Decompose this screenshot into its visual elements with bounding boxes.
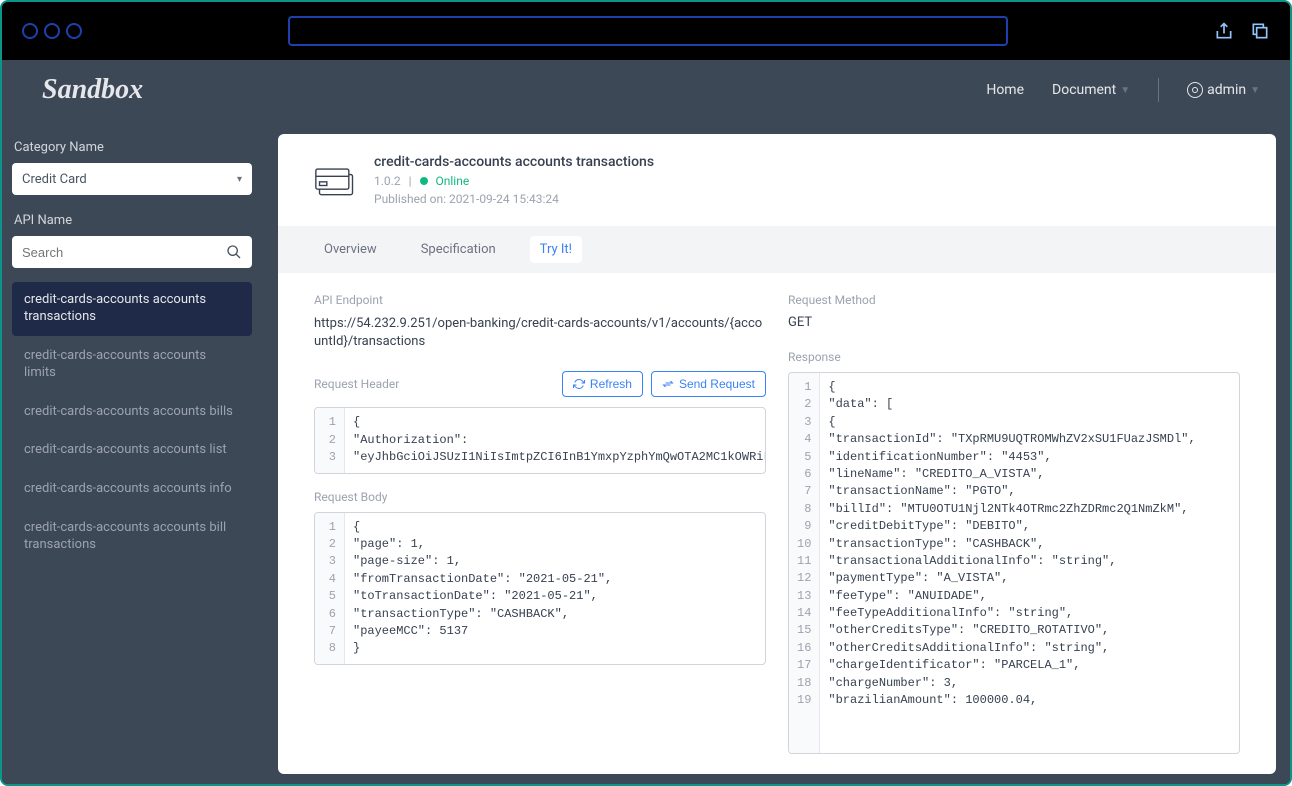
category-select[interactable]: Credit Card ▾ <box>12 163 252 195</box>
api-list-item[interactable]: credit-cards-accounts accounts info <box>12 471 252 508</box>
request-header-label: Request Header <box>314 377 399 391</box>
send-icon <box>662 378 674 390</box>
window-dot[interactable] <box>66 23 82 39</box>
code-line: "otherCreditsType": "CREDITO_ROTATIVO", <box>828 622 1231 639</box>
card-body: API Endpoint https://54.232.9.251/open-b… <box>278 273 1276 774</box>
code-line: } <box>353 640 757 657</box>
code-line: "payeeMCC": 5137 <box>353 623 757 640</box>
chevron-down-icon: ▼ <box>1250 85 1260 96</box>
refresh-icon <box>573 378 585 390</box>
window-dot[interactable] <box>22 23 38 39</box>
api-list-item[interactable]: credit-cards-accounts accounts limits <box>12 338 252 392</box>
code-line: "identificationNumber": "4453", <box>828 449 1231 466</box>
api-name-label: API Name <box>12 213 252 228</box>
endpoint-value: https://54.232.9.251/open-banking/credit… <box>314 315 766 351</box>
api-list-item[interactable]: credit-cards-accounts accounts bills <box>12 394 252 431</box>
code-line: { <box>828 414 1231 431</box>
code-line: "page-size": 1, <box>353 553 757 570</box>
tab-specification[interactable]: Specification <box>411 236 506 263</box>
nav-user[interactable]: admin ▼ <box>1187 82 1260 98</box>
category-label: Category Name <box>12 140 252 155</box>
code-line: { <box>353 414 757 431</box>
code-line: { <box>353 519 757 536</box>
api-title: credit-cards-accounts accounts transacti… <box>374 154 654 170</box>
request-body-label: Request Body <box>314 490 766 504</box>
sidebar: Category Name Credit Card ▾ API Name cre… <box>2 120 262 786</box>
code-line: "transactionType": "CASHBACK", <box>828 536 1231 553</box>
browser-frame: Sandbox Home Document ▼ admin ▼ Category… <box>0 0 1292 786</box>
code-line: "chargeIdentificator": "PARCELA_1", <box>828 657 1231 674</box>
status-text: Online <box>436 174 470 188</box>
method-label: Request Method <box>788 293 1240 307</box>
user-icon <box>1187 82 1203 98</box>
tab-bar: Overview Specification Try It! <box>278 226 1276 273</box>
refresh-button[interactable]: Refresh <box>562 371 643 397</box>
app-body: Category Name Credit Card ▾ API Name cre… <box>2 120 1290 786</box>
card-header: credit-cards-accounts accounts transacti… <box>278 134 1276 226</box>
request-body-box[interactable]: 12345678 { "page": 1, "page-size": 1, "f… <box>314 512 766 665</box>
code-line: "lineName": "CREDITO_A_VISTA", <box>828 466 1231 483</box>
code-line: "brazilianAmount": 100000.04, <box>828 692 1231 709</box>
request-header-box[interactable]: 123 { "Authorization":"eyJhbGciOiJSUzI1N… <box>314 407 766 473</box>
api-list-item[interactable]: credit-cards-accounts accounts transacti… <box>12 282 252 336</box>
code-line: "transactionId": "TXpRMU9UQTROMWhZV2xSU1… <box>828 431 1231 448</box>
app-container: Sandbox Home Document ▼ admin ▼ Category… <box>2 60 1290 786</box>
share-icon[interactable] <box>1214 21 1234 41</box>
api-list: credit-cards-accounts accounts transacti… <box>12 282 252 564</box>
left-column: API Endpoint https://54.232.9.251/open-b… <box>314 293 766 754</box>
window-dot[interactable] <box>44 23 60 39</box>
code-line: "transactionType": "CASHBACK", <box>353 606 757 623</box>
api-list-item[interactable]: credit-cards-accounts accounts bill tran… <box>12 510 252 564</box>
credit-card-icon <box>314 161 358 199</box>
code-line: { <box>828 379 1231 396</box>
code-line: "feeTypeAdditionalInfo": "string", <box>828 605 1231 622</box>
right-column: Request Method GET Response 123456789101… <box>788 293 1240 754</box>
tab-try-it[interactable]: Try It! <box>530 236 582 263</box>
code-line: "toTransactionDate": "2021-05-21", <box>353 588 757 605</box>
main-content: credit-cards-accounts accounts transacti… <box>262 120 1290 786</box>
nav-home[interactable]: Home <box>986 82 1024 98</box>
response-box[interactable]: 12345678910111213141516171819 { "data": … <box>788 372 1240 754</box>
url-bar[interactable] <box>288 16 1008 46</box>
browser-titlebar <box>2 2 1290 60</box>
code-line: "eyJhbGciOiJSUzI1NiIsImtpZCI6InB1YmxpYzp… <box>353 449 757 466</box>
code-line: "page": 1, <box>353 536 757 553</box>
send-request-button[interactable]: Send Request <box>651 371 766 397</box>
endpoint-label: API Endpoint <box>314 293 766 307</box>
code-line: "feeType": "ANUIDADE", <box>828 588 1231 605</box>
status-dot <box>420 177 428 185</box>
logo: Sandbox <box>42 74 143 106</box>
published-date: Published on: 2021-09-24 15:43:24 <box>374 192 559 206</box>
search-icon <box>226 244 242 260</box>
code-line: "Authorization": <box>353 432 757 449</box>
search-input[interactable] <box>12 236 252 268</box>
nav-divider <box>1158 78 1159 102</box>
method-value: GET <box>788 315 1240 330</box>
api-version: 1.0.2 <box>374 174 401 188</box>
response-label: Response <box>788 350 1240 364</box>
chevron-down-icon: ▾ <box>237 174 242 185</box>
header-nav: Home Document ▼ admin ▼ <box>986 78 1260 102</box>
code-line: "chargeNumber": 3, <box>828 675 1231 692</box>
code-line: "transactionName": "PGTO", <box>828 483 1231 500</box>
nav-document[interactable]: Document ▼ <box>1052 82 1130 98</box>
chevron-down-icon: ▼ <box>1120 85 1130 96</box>
code-line: "data": [ <box>828 396 1231 413</box>
tab-overview[interactable]: Overview <box>314 236 387 263</box>
code-line: "paymentType": "A_VISTA", <box>828 570 1231 587</box>
code-line: "creditDebitType": "DEBITO", <box>828 518 1231 535</box>
code-line: "billId": "MTU0OTU1Njl2NTk4OTRmc2ZhZDRmc… <box>828 501 1231 518</box>
code-line: "fromTransactionDate": "2021-05-21", <box>353 571 757 588</box>
app-header: Sandbox Home Document ▼ admin ▼ <box>2 60 1290 120</box>
api-list-item[interactable]: credit-cards-accounts accounts list <box>12 432 252 469</box>
code-line: "transactionalAdditionalInfo": "string", <box>828 553 1231 570</box>
code-line: "otherCreditsAdditionalInfo": "string", <box>828 640 1231 657</box>
copy-icon[interactable] <box>1250 21 1270 41</box>
content-card: credit-cards-accounts accounts transacti… <box>278 134 1276 774</box>
window-controls <box>22 23 82 39</box>
